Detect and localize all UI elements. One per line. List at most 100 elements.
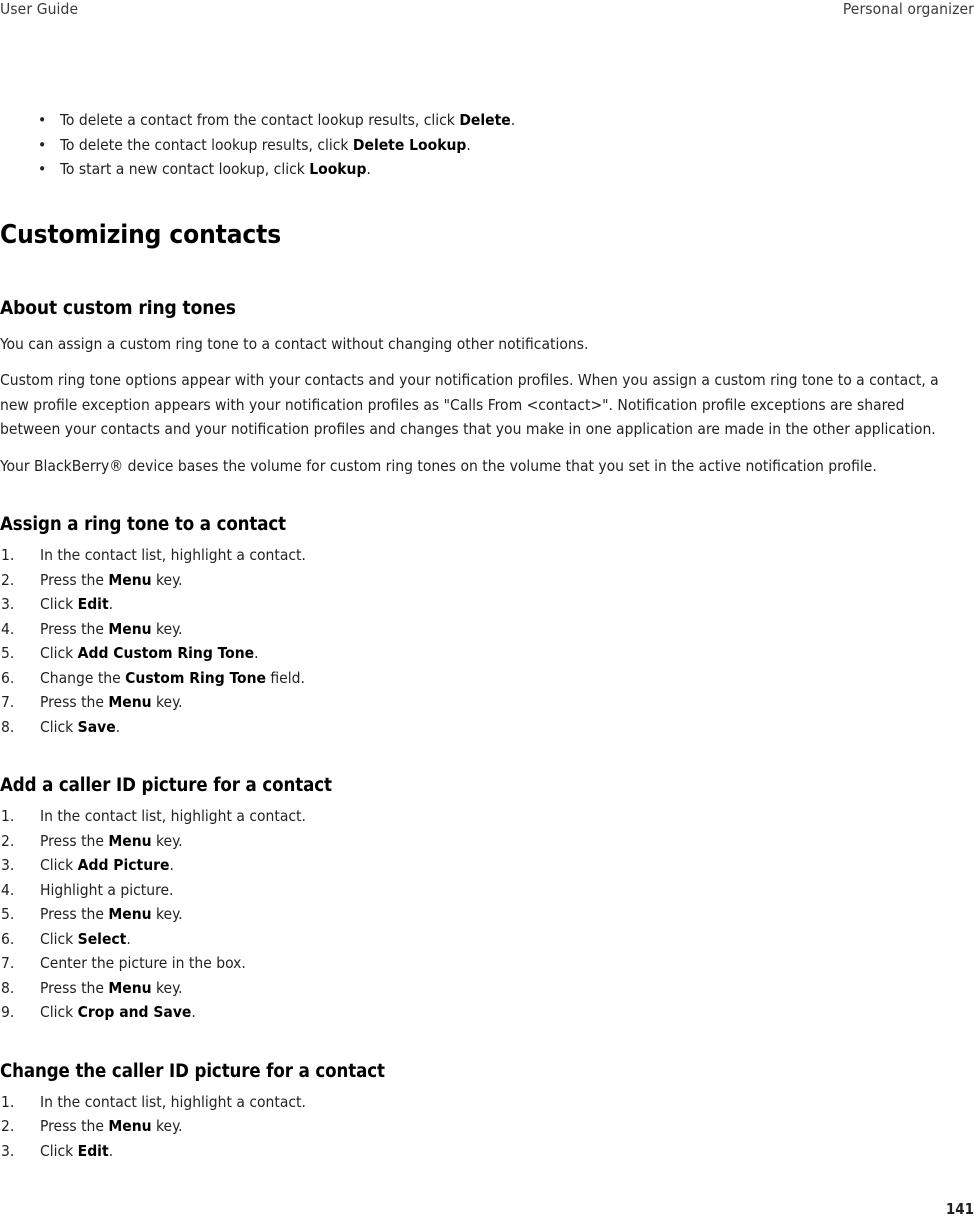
text-run: . (191, 1003, 196, 1021)
step-number: 9. (1, 1003, 15, 1021)
body-paragraph: Your BlackBerry® device bases the volume… (0, 456, 877, 475)
bullet-item: • To delete the contact lookup results, c… (0, 133, 962, 158)
step-number: 3. (1, 1141, 15, 1160)
intro-bullet-list: • To delete a contact from the contact lo… (0, 108, 962, 182)
task-list: Assign a ring tone to a contact 1. In the … (0, 478, 962, 1163)
bullet-item: • To start a new contact lookup, click Lo… (0, 157, 962, 182)
procedure-step: 3. Click Add Picture. (0, 853, 962, 878)
ui-term: Menu (108, 978, 152, 997)
document-page: User Guide Personal organizer • To delete… (0, 0, 974, 1228)
step-number: 3. (1, 856, 15, 874)
procedure-steps: 1. In the contact list, highlight a conta… (0, 804, 962, 1025)
page-content: • To delete a contact from the contact lo… (0, 108, 962, 1163)
text-run: In the contact list, highlight a contact… (40, 546, 306, 564)
step-number: 6. (1, 929, 15, 948)
procedure-steps: 1. In the contact list, highlight a conta… (0, 543, 962, 739)
procedure-step: 8. Press the Menu key. (0, 976, 962, 1001)
text-run: . (366, 160, 371, 178)
text-run: key. (151, 619, 183, 638)
body-paragraph: Custom ring tone options appear with you… (0, 371, 939, 438)
ui-term: Menu (108, 1117, 152, 1135)
ui-term: Delete (459, 111, 511, 129)
step-number: 3. (1, 595, 15, 613)
text-run: . (510, 111, 516, 129)
text-run: key. (151, 978, 183, 997)
text-run: Press the (40, 831, 109, 850)
procedure-step: 1. In the contact list, highlight a conta… (0, 543, 962, 568)
text-run: field. (265, 668, 305, 687)
text-run: Click (40, 644, 78, 662)
ui-term: Menu (108, 831, 152, 850)
bullet-marker-icon: • (38, 135, 47, 154)
text-run: key. (151, 831, 183, 850)
procedure-step: 2. Press the Menu key. (0, 1114, 962, 1139)
step-number: 5. (1, 905, 15, 923)
ui-term: Menu (108, 619, 152, 638)
ui-term: Menu (108, 905, 152, 923)
text-run: Press the (40, 570, 109, 589)
step-number: 7. (1, 693, 15, 711)
procedure-step: 6. Change the Custom Ring Tone field. (0, 666, 962, 691)
text-run: Click (40, 856, 78, 874)
ui-term: Crop and Save (77, 1003, 192, 1021)
ui-term: Menu (108, 693, 152, 711)
procedure-step: 4. Press the Menu key. (0, 617, 962, 642)
ui-term: Add Picture (77, 856, 170, 874)
step-number: 8. (1, 978, 15, 997)
text-run: Center the picture in the box. (40, 954, 246, 972)
procedure-step: 5. Press the Menu key. (0, 902, 962, 927)
text-run: In the contact list, highlight a contact… (40, 807, 306, 825)
text-run: Change the (40, 668, 126, 687)
step-number: 1. (1, 1092, 15, 1111)
ui-term: Edit (77, 595, 109, 613)
text-run: To delete a contact from the contact loo… (60, 111, 460, 129)
ui-term: Add Custom Ring Tone (77, 644, 255, 662)
text-run: Highlight a picture. (40, 880, 174, 899)
text-run: . (254, 644, 259, 662)
text-run: . (466, 135, 471, 154)
text-run: Click (40, 929, 78, 948)
procedure-step: 8. Click Save. (0, 715, 962, 740)
text-run: . (108, 595, 114, 613)
procedure-steps: 1. In the contact list, highlight a conta… (0, 1090, 962, 1164)
procedure-step: 4. Highlight a picture. (0, 878, 962, 903)
text-run: Press the (40, 693, 109, 711)
running-head: User Guide Personal organizer (0, 0, 974, 22)
text-run: Click (40, 717, 78, 736)
procedure-step: 7. Press the Menu key. (0, 690, 962, 715)
step-number: 7. (1, 954, 15, 972)
step-number: 2. (1, 570, 15, 589)
text-run: key. (151, 1117, 183, 1135)
text-run: Press the (40, 978, 109, 997)
section-title: About custom ring tones (0, 296, 236, 319)
procedure-step: 2. Press the Menu key. (0, 829, 962, 854)
ui-term: Menu (108, 570, 152, 589)
text-run: To start a new contact lookup, click (60, 160, 310, 178)
procedure-step: 1. In the contact list, highlight a conta… (0, 1090, 962, 1115)
step-number: 8. (1, 717, 15, 736)
step-number: 5. (1, 644, 15, 662)
ui-term: Delete Lookup (352, 135, 467, 154)
text-run: . (126, 929, 131, 948)
text-run: Click (40, 1003, 78, 1021)
procedure-step: 7. Center the picture in the box. (0, 951, 962, 976)
procedure-step: 1. In the contact list, highlight a conta… (0, 804, 962, 829)
step-number: 1. (1, 546, 15, 564)
ui-term: Save (77, 717, 116, 736)
step-number: 1. (1, 807, 15, 825)
ui-term: Lookup (309, 160, 367, 178)
task-title: Add a caller ID picture for a contact (0, 775, 332, 796)
ui-term: Custom Ring Tone (125, 668, 266, 687)
procedure-step: 6. Click Select. (0, 927, 962, 952)
section-paragraphs: You can assign a custom ring tone to a c… (0, 332, 962, 479)
text-run: Click (40, 1141, 78, 1160)
text-run: In the contact list, highlight a contact… (40, 1092, 306, 1111)
step-number: 4. (1, 880, 15, 899)
task-title: Assign a ring tone to a contact (0, 514, 287, 535)
text-run: . (108, 1141, 114, 1160)
step-number: 4. (1, 619, 15, 638)
ui-term: Select (77, 929, 127, 948)
procedure-step: 9. Click Crop and Save. (0, 1000, 962, 1025)
running-head-left: User Guide (0, 0, 79, 18)
step-number: 2. (1, 831, 15, 850)
